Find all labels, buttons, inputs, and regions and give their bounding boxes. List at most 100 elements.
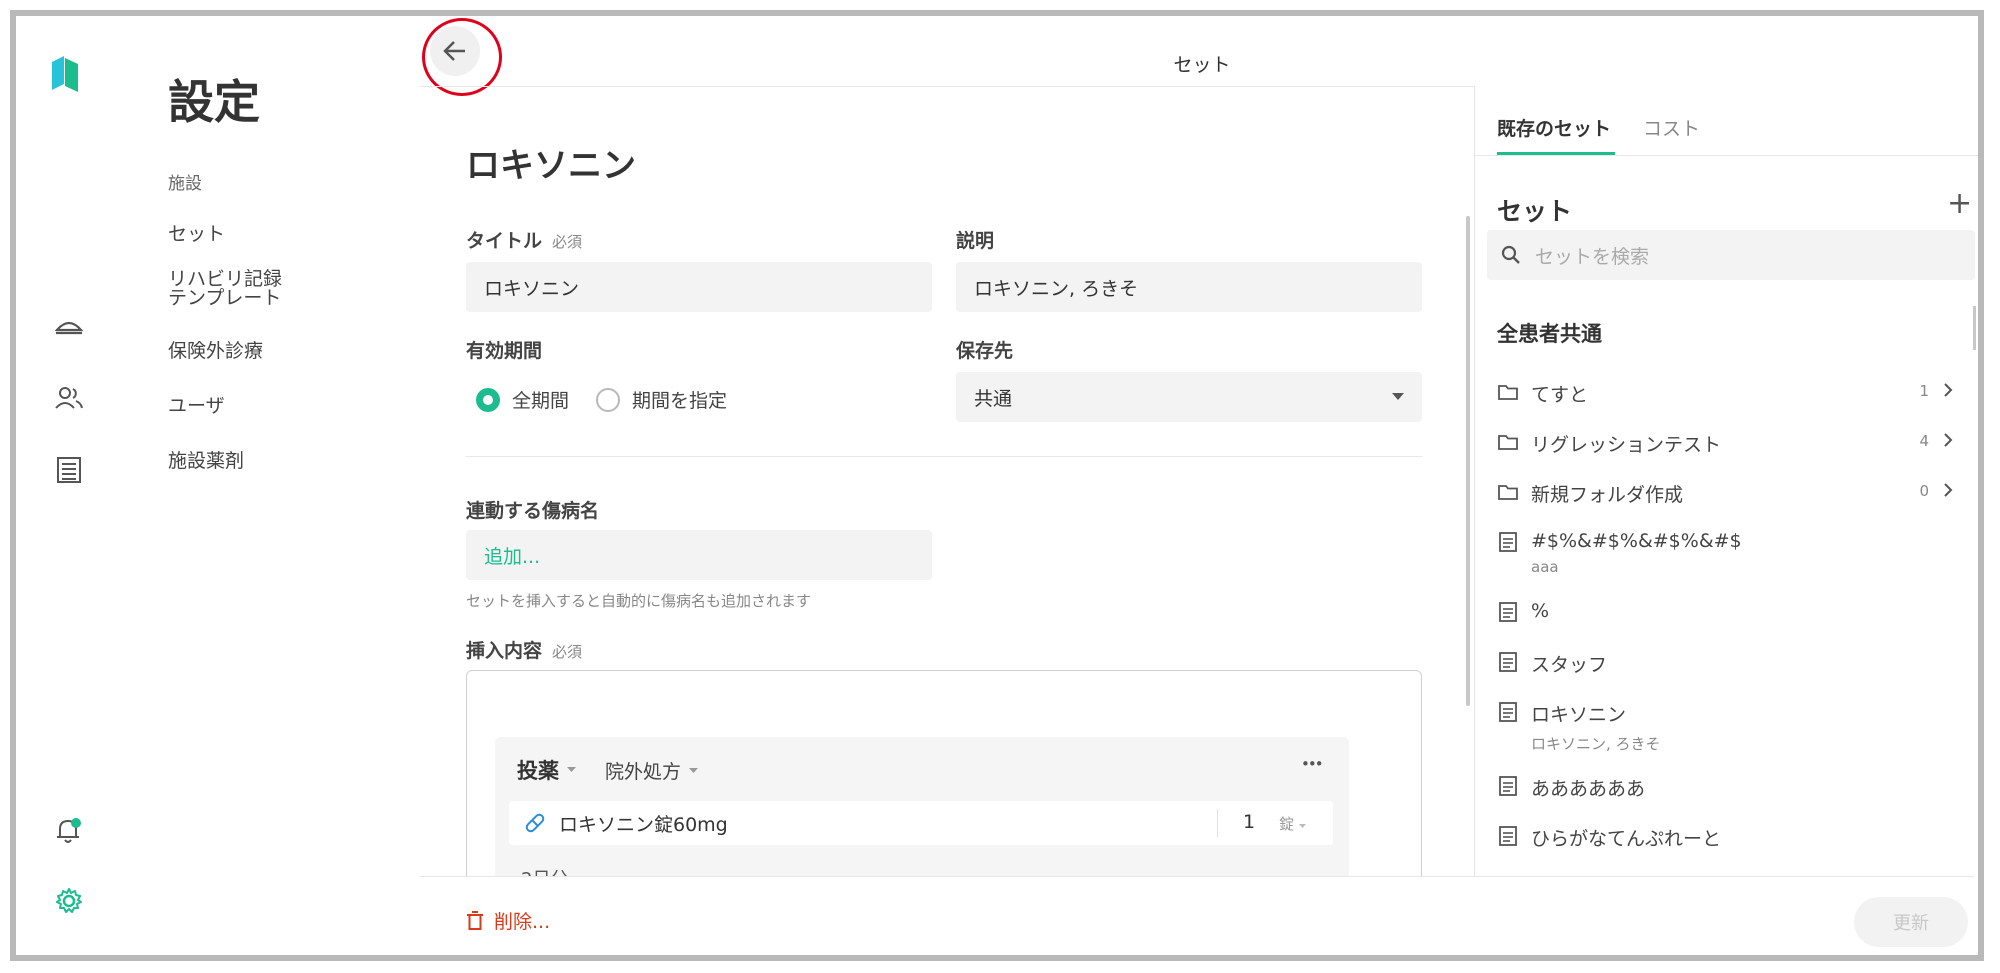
- sets-panel-title: セット: [1497, 197, 1573, 226]
- set-item[interactable]: ひらがなてんぷれーと: [1497, 824, 1967, 851]
- settings-sidebar: 設定 施設 セット リハビリ記録 テンプレート 保険外診療 ユーザ 施設薬剤: [124, 16, 421, 955]
- folder-count: 4: [1919, 432, 1929, 450]
- tab-cost[interactable]: コスト: [1643, 114, 1700, 141]
- pill-icon: [525, 813, 545, 833]
- prescription-type-label: 院外処方: [605, 761, 682, 783]
- sidebar-item-users[interactable]: ユーザ: [168, 396, 225, 416]
- radio-selected-icon: [476, 387, 500, 412]
- delete-label: 削除...: [494, 911, 551, 933]
- title-input[interactable]: ロキソニン: [466, 262, 932, 312]
- sidebar-item-set[interactable]: セット: [168, 224, 225, 244]
- tab-existing-sets[interactable]: 既存のセット: [1497, 114, 1611, 141]
- caret-down-icon: [1298, 824, 1306, 828]
- description-input[interactable]: ロキソニン, ろきそ: [956, 262, 1422, 312]
- set-description: aaa: [1531, 558, 1559, 576]
- set-item[interactable]: ああああああ: [1497, 774, 1967, 801]
- main-panel: セット ロキソニン タイトル 必須 ロキソニン 説明 ロキソニン, ろきそ 有効期…: [420, 16, 1974, 955]
- drug-unit-dropdown[interactable]: 錠: [1279, 813, 1306, 834]
- bed-icon[interactable]: [54, 314, 84, 336]
- search-placeholder: セットを検索: [1535, 245, 1650, 268]
- sidebar-title: 設定: [168, 75, 260, 129]
- trash-icon: [467, 910, 483, 930]
- sidebar-item-rehab-template[interactable]: リハビリ記録 テンプレート: [168, 270, 282, 308]
- save-destination-select[interactable]: 共通: [956, 372, 1422, 422]
- folder-count: 0: [1919, 482, 1929, 500]
- drug-quantity[interactable]: 1: [1243, 811, 1255, 833]
- search-icon: [1501, 245, 1520, 264]
- set-item[interactable]: %: [1497, 600, 1967, 623]
- folder-icon: [1498, 435, 1518, 450]
- caret-down-icon: [689, 767, 699, 773]
- folder-row[interactable]: リグレッションテスト 4: [1497, 430, 1967, 457]
- page-header-title: セット: [1173, 54, 1231, 76]
- caret-down-icon: [567, 767, 576, 772]
- sidebar-section-label: 施設: [168, 174, 202, 194]
- footer-bar: 削除... 更新: [420, 876, 1974, 955]
- prescription-type-dropdown[interactable]: 院外処方: [605, 757, 699, 784]
- medication-order-card: 投薬 院外処方 ••• ロキソニン錠60mg 1 錠: [495, 737, 1349, 889]
- content-required-tag: 必須: [552, 643, 583, 661]
- folder-row[interactable]: 新規フォルダ作成 0: [1497, 480, 1967, 507]
- title-label: タイトル 必須: [466, 226, 582, 253]
- set-name: ひらがなてんぷれーと: [1531, 828, 1722, 850]
- folder-icon: [1498, 485, 1518, 500]
- set-description: ロキソニン, ろきそ: [1531, 735, 1661, 753]
- drug-name: ロキソニン錠60mg: [559, 813, 728, 836]
- sidebar-item-facility-drugs[interactable]: 施設薬剤: [168, 451, 244, 471]
- content-editor[interactable]: 投薬 院外処方 ••• ロキソニン錠60mg 1 錠: [466, 670, 1422, 890]
- form-divider: [466, 456, 1422, 457]
- settings-gear-icon[interactable]: [54, 886, 84, 916]
- users-icon[interactable]: [54, 386, 84, 410]
- save-destination-value: 共通: [974, 387, 1013, 410]
- folder-name: てすと: [1531, 384, 1589, 406]
- set-name: %: [1531, 600, 1550, 622]
- sets-scrollbar[interactable]: [1973, 306, 1976, 350]
- set-item[interactable]: #$%&#$%&#$%&#$ aaa: [1497, 530, 1967, 576]
- group-title-all-patients: 全患者共通: [1497, 322, 1602, 346]
- order-type-dropdown[interactable]: 投薬: [517, 755, 576, 785]
- set-name: ああああああ: [1531, 778, 1646, 800]
- list-icon[interactable]: [56, 456, 82, 484]
- set-search-input[interactable]: セットを検索: [1487, 230, 1975, 280]
- drug-row-divider: [1217, 809, 1218, 837]
- set-name: #$%&#$%&#$%&#$: [1531, 530, 1742, 552]
- drug-unit-label: 錠: [1279, 815, 1295, 833]
- validity-label: 有効期間: [466, 340, 543, 362]
- icon-rail: [16, 16, 125, 955]
- main-scrollbar[interactable]: [1466, 216, 1470, 706]
- document-icon: [1499, 826, 1517, 846]
- add-set-button[interactable]: +: [1947, 186, 1972, 221]
- sets-panel: 既存のセット コスト セット + セットを検索 全患者共通 てすと 1 リグレッ…: [1474, 86, 1978, 876]
- linked-disease-add-text: 追加...: [484, 545, 541, 568]
- set-name: スタッフ: [1531, 654, 1608, 676]
- chevron-right-icon: [1944, 433, 1953, 447]
- folder-row[interactable]: てすと 1: [1497, 380, 1967, 407]
- document-icon: [1499, 776, 1517, 796]
- title-input-value: ロキソニン: [484, 277, 580, 300]
- chevron-right-icon: [1944, 383, 1953, 397]
- notification-bell-icon[interactable]: [54, 816, 84, 846]
- set-item[interactable]: スタッフ: [1497, 650, 1967, 677]
- folder-count: 1: [1919, 382, 1929, 400]
- set-name: ロキソニン: [1531, 704, 1627, 726]
- validity-all-label: 全期間: [512, 390, 570, 412]
- app-window: 設定 施設 セット リハビリ記録 テンプレート 保険外診療 ユーザ 施設薬剤 セ…: [10, 10, 1984, 961]
- sidebar-item-self-pay[interactable]: 保険外診療: [168, 341, 263, 361]
- drug-row[interactable]: ロキソニン錠60mg 1 錠: [509, 801, 1333, 845]
- description-label: 説明: [956, 230, 995, 252]
- save-destination-label: 保存先: [956, 340, 1014, 362]
- description-input-value: ロキソニン, ろきそ: [974, 277, 1139, 300]
- delete-button[interactable]: 削除...: [466, 907, 550, 934]
- dropdown-caret-icon: [1392, 393, 1404, 400]
- tabs-divider: [1475, 155, 1978, 156]
- folder-name: リグレッションテスト: [1531, 434, 1722, 456]
- validity-all-radio[interactable]: 全期間: [476, 386, 569, 413]
- validity-range-radio[interactable]: 期間を指定: [596, 386, 727, 413]
- chevron-right-icon: [1944, 483, 1953, 497]
- update-button[interactable]: 更新: [1854, 897, 1968, 947]
- document-icon: [1499, 602, 1517, 622]
- set-item[interactable]: ロキソニンロキソニン, ろきそ: [1497, 700, 1967, 754]
- app-logo-icon: [52, 56, 78, 92]
- more-options-button[interactable]: •••: [1301, 755, 1324, 773]
- linked-disease-add-input[interactable]: 追加...: [466, 530, 932, 580]
